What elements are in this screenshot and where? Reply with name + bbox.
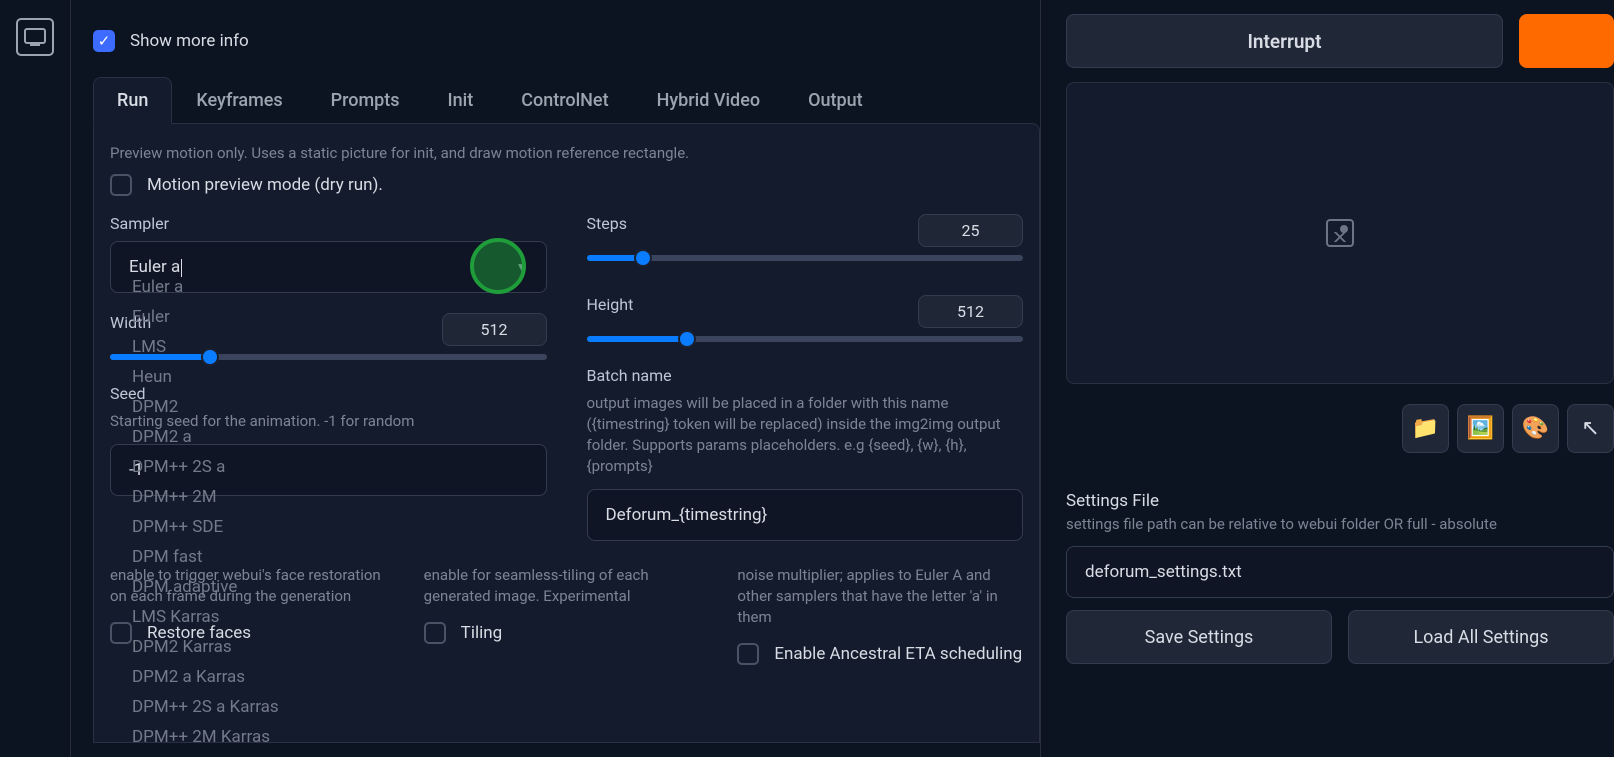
sampler-option[interactable]: DPM2 a Karras	[110, 662, 547, 692]
save-settings-button[interactable]: Save Settings	[1066, 610, 1332, 664]
sampler-option[interactable]: DPM fast	[110, 542, 547, 572]
sampler-option[interactable]: DPM adaptive	[110, 572, 547, 602]
settings-file-input[interactable]	[1066, 546, 1614, 598]
sampler-dropdown-popup: Euler a Euler LMS Heun DPM2 DPM2 a DPM++…	[110, 266, 547, 743]
batch-hint: output images will be placed in a folder…	[587, 393, 1024, 477]
main-area: ✓ Show more info Run Keyframes Prompts I…	[71, 0, 1614, 757]
load-settings-button[interactable]: Load All Settings	[1348, 610, 1614, 664]
tab-hybrid-video[interactable]: Hybrid Video	[633, 77, 784, 124]
center-panel: ✓ Show more info Run Keyframes Prompts I…	[71, 0, 1041, 757]
image-preview-area	[1066, 82, 1614, 384]
height-label: Height	[587, 295, 634, 314]
sampler-option[interactable]: Heun	[110, 362, 547, 392]
generate-button[interactable]	[1519, 14, 1614, 68]
steps-label: Steps	[587, 214, 627, 233]
show-more-info-label: Show more info	[130, 31, 249, 51]
height-slider[interactable]	[587, 336, 1024, 342]
steps-value[interactable]: 25	[918, 214, 1023, 247]
image-placeholder-icon	[1326, 219, 1354, 247]
left-rail	[0, 0, 71, 757]
sampler-option[interactable]: Euler a	[110, 272, 547, 302]
tabs: Run Keyframes Prompts Init ControlNet Hy…	[93, 77, 1040, 124]
batch-label: Batch name	[587, 366, 1024, 385]
settings-file-label: Settings File	[1066, 491, 1614, 511]
sampler-label: Sampler	[110, 214, 547, 233]
sampler-option[interactable]: Euler	[110, 302, 547, 332]
sampler-option[interactable]: DPM++ 2S a	[110, 452, 547, 482]
sampler-option[interactable]: LMS	[110, 332, 547, 362]
tab-controlnet[interactable]: ControlNet	[497, 77, 632, 124]
motion-preview-checkbox[interactable]	[110, 174, 132, 196]
sampler-option[interactable]: DPM++ 2S a Karras	[110, 692, 547, 722]
sampler-option[interactable]: DPM++ SDE	[110, 512, 547, 542]
tab-output[interactable]: Output	[784, 77, 887, 124]
settings-file-hint: settings file path can be relative to we…	[1066, 515, 1614, 533]
sampler-option[interactable]: DPM++ 2M Karras	[110, 722, 547, 743]
tab-prompts[interactable]: Prompts	[307, 77, 424, 124]
sampler-option[interactable]: DPM2	[110, 392, 547, 422]
interrupt-button[interactable]: Interrupt	[1066, 14, 1503, 68]
sampler-option[interactable]: DPM2 Karras	[110, 632, 547, 662]
cursor-button[interactable]: ↖	[1567, 404, 1614, 453]
open-image-button[interactable]: 🖼️	[1457, 404, 1504, 453]
app-icon[interactable]	[16, 18, 54, 56]
sampler-option[interactable]: LMS Karras	[110, 602, 547, 632]
eta-checkbox[interactable]	[737, 643, 759, 665]
show-more-info-row: ✓ Show more info	[93, 30, 1040, 52]
batch-input[interactable]	[587, 489, 1024, 541]
eta-hint: noise multiplier; applies to Euler A and…	[737, 565, 1023, 628]
motion-preview-label: Motion preview mode (dry run).	[147, 175, 383, 195]
tab-keyframes[interactable]: Keyframes	[172, 77, 306, 124]
open-folder-button[interactable]: 📁	[1402, 404, 1449, 453]
tab-init[interactable]: Init	[424, 77, 498, 124]
height-value[interactable]: 512	[918, 295, 1023, 328]
palette-button[interactable]: 🎨	[1512, 404, 1559, 453]
sampler-option[interactable]: DPM2 a	[110, 422, 547, 452]
tab-content: Preview motion only. Uses a static pictu…	[93, 123, 1040, 743]
eta-label: Enable Ancestral ETA scheduling	[774, 644, 1022, 664]
right-panel: Interrupt 📁 🖼️ 🎨 ↖ Settings File setting…	[1041, 0, 1614, 757]
preview-hint: Preview motion only. Uses a static pictu…	[110, 144, 1023, 162]
output-icon-row: 📁 🖼️ 🎨 ↖	[1066, 404, 1614, 453]
sampler-option[interactable]: DPM++ 2M	[110, 482, 547, 512]
steps-slider[interactable]	[587, 255, 1024, 261]
show-more-info-checkbox[interactable]: ✓	[93, 30, 115, 52]
tab-run[interactable]: Run	[93, 77, 172, 124]
